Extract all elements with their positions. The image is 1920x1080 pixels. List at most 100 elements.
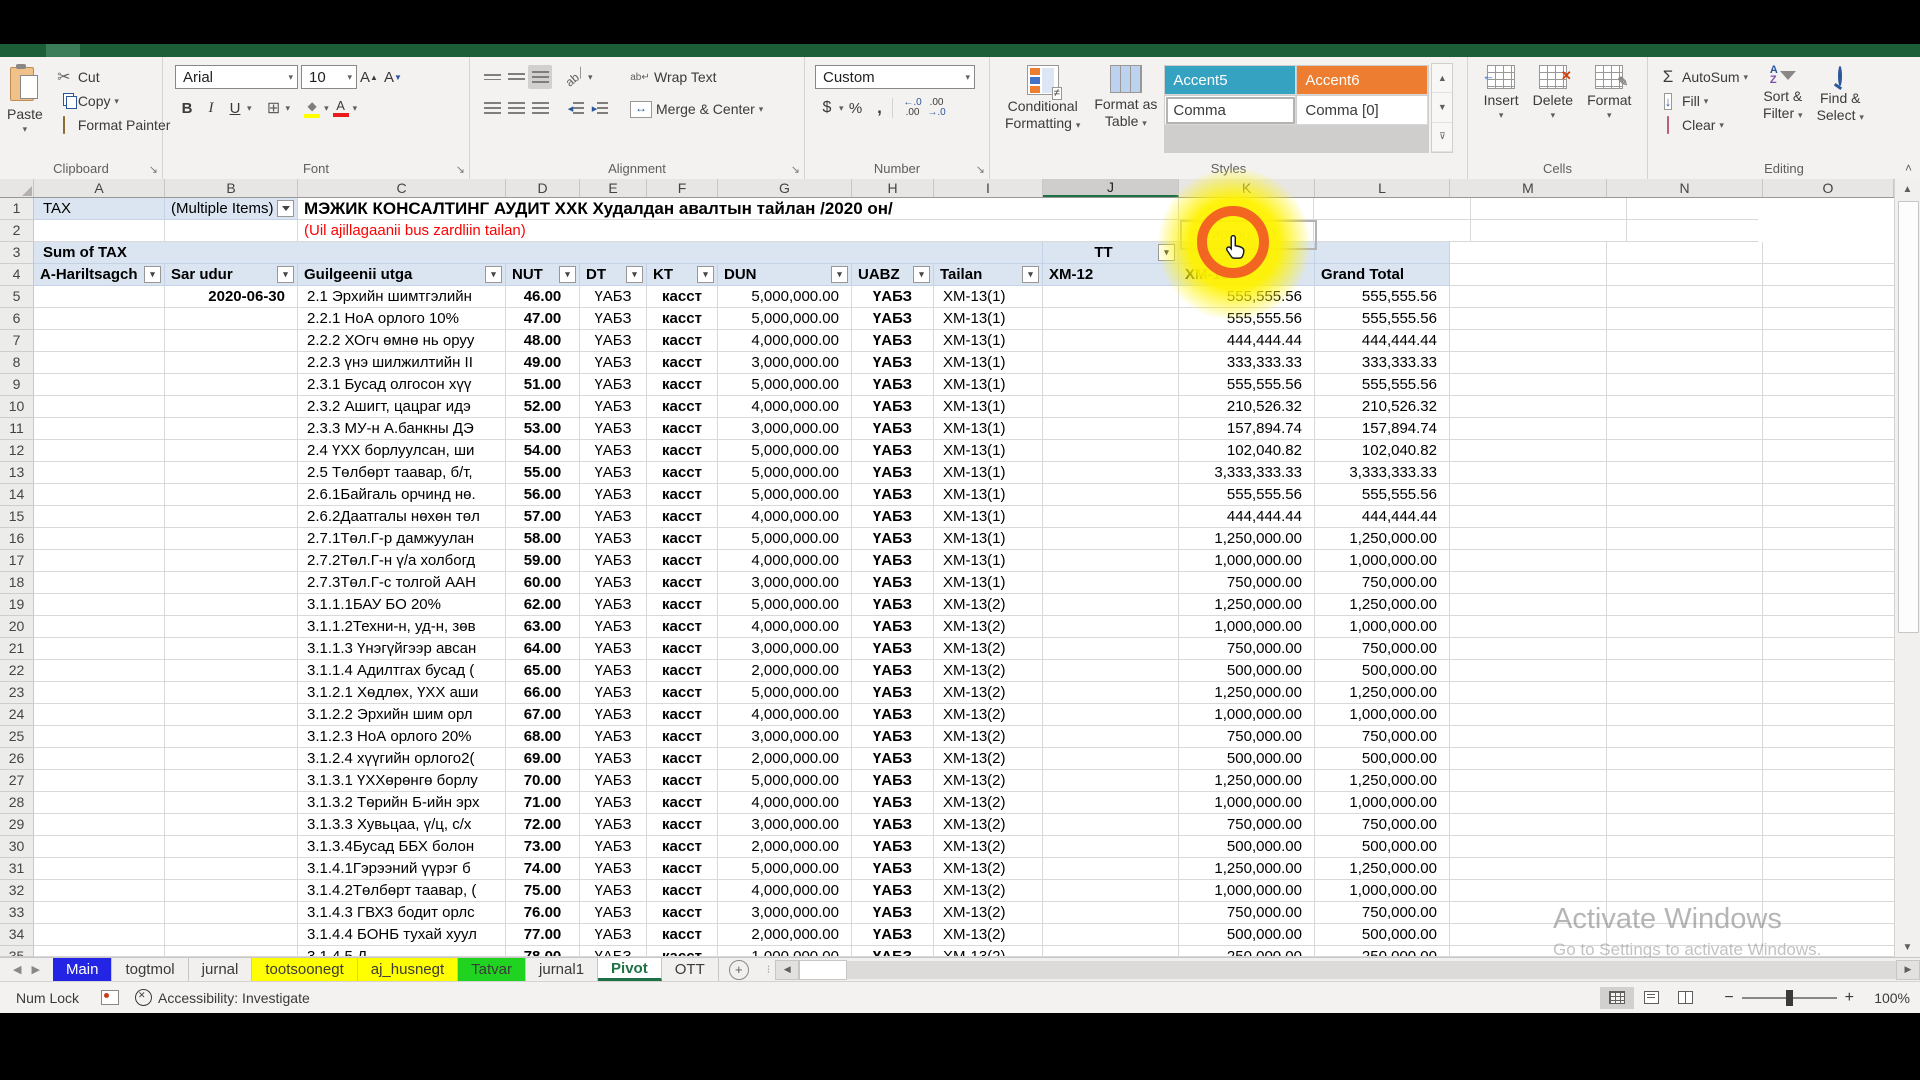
cell-H6[interactable]: ҮАБЗ [852,308,934,330]
cell-D19[interactable]: 62.00 [506,594,580,616]
cell-H15[interactable]: ҮАБЗ [852,506,934,528]
cell-H14[interactable]: ҮАБЗ [852,484,934,506]
cell-K30[interactable]: 500,000.00 [1179,836,1315,858]
cell-E5[interactable]: ҮАБЗ [580,286,647,308]
cell-C2-subtitle[interactable]: (Uil ajillagaanii bus zardliin tailan) [298,220,1043,242]
cell-H27[interactable]: ҮАБЗ [852,770,934,792]
align-center-icon[interactable] [504,96,528,120]
row-35-header[interactable]: 35 [0,946,34,957]
cell-C20[interactable]: 3.1.1.2Техни-н, уд-н, зөв [298,616,506,638]
cell-J3[interactable]: TT ▾ [1043,242,1179,264]
cell-K10[interactable]: 210,526.32 [1179,396,1315,418]
cell-I12[interactable]: XM-13(1) [934,440,1043,462]
tab-scroll-right-icon[interactable]: ▶ [31,963,39,976]
cell-F27[interactable]: касст [647,770,718,792]
cell-G13[interactable]: 5,000,000.00 [718,462,852,484]
cell-D5[interactable]: 46.00 [506,286,580,308]
cell-I5[interactable]: XM-13(1) [934,286,1043,308]
cell-C11[interactable]: 2.3.3 МУ-н А.банкны ДЭ [298,418,506,440]
cell-O31[interactable] [1763,858,1894,880]
sheet-tab-ott[interactable]: OTT [662,958,719,981]
cell-K22[interactable]: 500,000.00 [1179,660,1315,682]
filter-dropdown-I4[interactable]: ▾ [1022,266,1039,283]
cell-O11[interactable] [1763,418,1894,440]
style-comma0[interactable]: Comma [0] [1297,96,1428,125]
copy-button[interactable]: Copy ▾ [50,89,175,113]
insert-cells-button[interactable]: ← Insert▾ [1477,63,1526,153]
cell-I14[interactable]: XM-13(1) [934,484,1043,506]
cell-M25[interactable] [1450,726,1607,748]
cell-H21[interactable]: ҮАБЗ [852,638,934,660]
cell-B10[interactable] [165,396,298,418]
cell-I16[interactable]: XM-13(1) [934,528,1043,550]
cell-H20[interactable]: ҮАБЗ [852,616,934,638]
cell-O12[interactable] [1763,440,1894,462]
cell-I28[interactable]: XM-13(2) [934,792,1043,814]
cell-K11[interactable]: 157,894.74 [1179,418,1315,440]
cell-I25[interactable]: XM-13(2) [934,726,1043,748]
clipboard-dialog-launcher[interactable]: ↘ [149,163,158,176]
cell-N22[interactable] [1607,660,1763,682]
cell-K19[interactable]: 1,250,000.00 [1179,594,1315,616]
new-sheet-button[interactable]: + [729,960,749,980]
cell-I10[interactable]: XM-13(1) [934,396,1043,418]
cell-F11[interactable]: касст [647,418,718,440]
column-header-I[interactable]: I [934,179,1043,197]
cell-J26[interactable] [1043,748,1179,770]
cell-M1[interactable] [1314,198,1471,220]
horizontal-scroll-track[interactable] [847,961,1896,979]
cell-D24[interactable]: 67.00 [506,704,580,726]
cell-E11[interactable]: ҮАБЗ [580,418,647,440]
row-20-header[interactable]: 20 [0,616,34,638]
cell-O1[interactable] [1627,198,1758,220]
align-middle-icon[interactable] [504,65,528,89]
row-21-header[interactable]: 21 [0,638,34,660]
cell-C22[interactable]: 3.1.1.4 Адилтгах бусад ( [298,660,506,682]
cell-D22[interactable]: 65.00 [506,660,580,682]
row-23-header[interactable]: 23 [0,682,34,704]
cell-N7[interactable] [1607,330,1763,352]
cell-O20[interactable] [1763,616,1894,638]
cell-B7[interactable] [165,330,298,352]
cell-A14[interactable] [34,484,165,506]
cell-O26[interactable] [1763,748,1894,770]
cell-E24[interactable]: ҮАБЗ [580,704,647,726]
cell-O8[interactable] [1763,352,1894,374]
cell-L15[interactable]: 444,444.44 [1315,506,1450,528]
column-header-M[interactable]: M [1450,179,1607,197]
percent-style-button[interactable]: % [844,96,868,120]
cell-J8[interactable] [1043,352,1179,374]
cell-A5[interactable] [34,286,165,308]
cell-N11[interactable] [1607,418,1763,440]
cell-N21[interactable] [1607,638,1763,660]
cell-G34[interactable]: 2,000,000.00 [718,924,852,946]
cell-A11[interactable] [34,418,165,440]
cell-A12[interactable] [34,440,165,462]
zoom-in-button[interactable]: + [1837,989,1862,1007]
cell-F14[interactable]: касст [647,484,718,506]
cell-C31[interactable]: 3.1.4.1Гэрээний үүрэг б [298,858,506,880]
cell-H7[interactable]: ҮАБЗ [852,330,934,352]
cell-I7[interactable]: XM-13(1) [934,330,1043,352]
column-header-H[interactable]: H [852,179,934,197]
zoom-slider-track[interactable] [1742,997,1837,999]
column-header-C[interactable]: C [298,179,506,197]
cell-A29[interactable] [34,814,165,836]
cell-H25[interactable]: ҮАБЗ [852,726,934,748]
cell-F31[interactable]: касст [647,858,718,880]
cell-D29[interactable]: 72.00 [506,814,580,836]
cell-K28[interactable]: 1,000,000.00 [1179,792,1315,814]
shrink-font-button[interactable]: A▼ [381,65,405,89]
cell-L4[interactable]: Grand Total [1315,264,1450,286]
column-header-K[interactable]: K [1179,179,1315,197]
cell-B26[interactable] [165,748,298,770]
cell-I26[interactable]: XM-13(2) [934,748,1043,770]
cell-H30[interactable]: ҮАБЗ [852,836,934,858]
cell-O21[interactable] [1763,638,1894,660]
cell-B12[interactable] [165,440,298,462]
row-29-header[interactable]: 29 [0,814,34,836]
cell-E4[interactable]: DT▾ [580,264,647,286]
cell-A20[interactable] [34,616,165,638]
cell-D28[interactable]: 71.00 [506,792,580,814]
borders-dropdown-icon[interactable]: ▾ [286,103,291,114]
